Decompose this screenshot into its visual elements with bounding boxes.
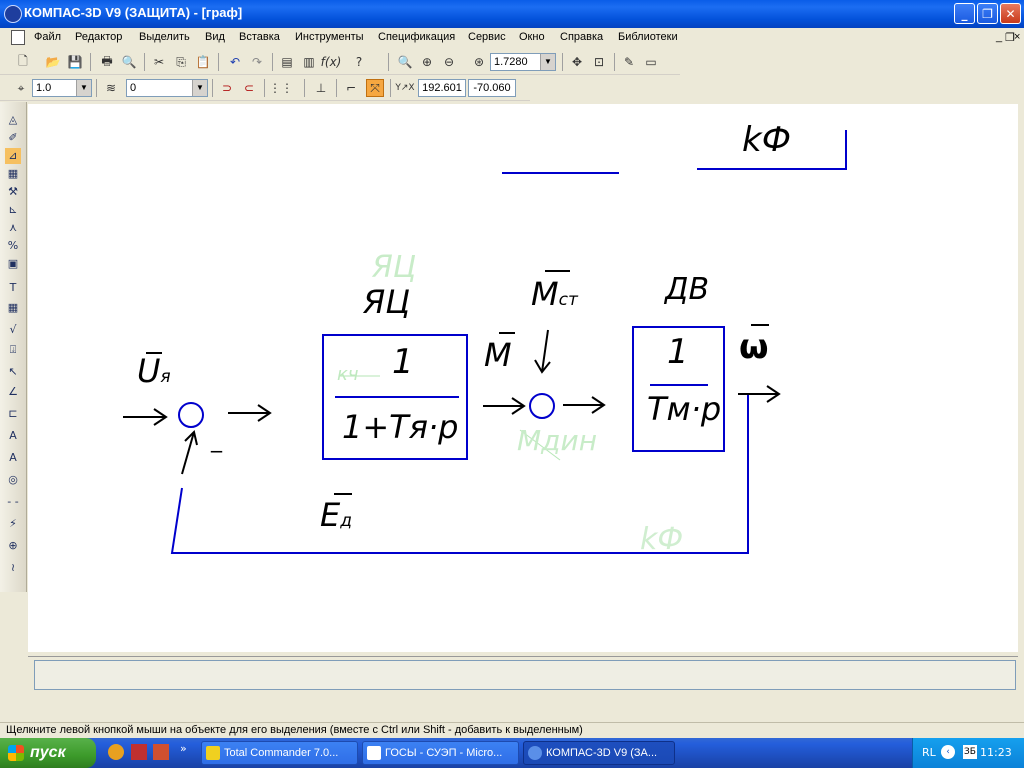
ghost-kf: kФ xyxy=(640,522,684,557)
label-u: Uя xyxy=(137,352,171,390)
top-label-kf: kФ xyxy=(742,120,791,160)
quicklaunch-app3-icon[interactable] xyxy=(153,744,169,760)
block-yac-denominator: 1+Тя·р xyxy=(342,408,459,446)
block-dv-numerator: 1 xyxy=(667,332,689,372)
windows-logo-icon xyxy=(8,745,24,761)
label-omega: ω xyxy=(739,327,769,367)
block-diagram xyxy=(123,130,847,554)
quicklaunch-app2-icon[interactable] xyxy=(131,744,147,760)
sum-junction-2 xyxy=(529,393,555,419)
tray-back-icon[interactable]: ‹ xyxy=(941,745,955,759)
ghost-label-yac: ЯЦ xyxy=(372,250,417,285)
label-m: M xyxy=(484,336,512,374)
quicklaunch-app-icon[interactable] xyxy=(108,744,124,760)
block-yac-numerator: 1 xyxy=(392,342,414,382)
start-label: пуск xyxy=(30,744,66,761)
language-indicator[interactable]: ЗБ xyxy=(963,745,977,759)
tray-language[interactable]: RL xyxy=(922,746,936,759)
task-word[interactable]: ГОСЫ - СУЭП - Micro... xyxy=(362,741,519,765)
kompas-icon xyxy=(528,746,542,760)
total-commander-icon xyxy=(206,746,220,760)
clock: 11:23 xyxy=(980,746,1012,759)
label-yac: ЯЦ xyxy=(363,283,411,321)
label-minus: _ xyxy=(211,428,222,453)
label-mst: Mст xyxy=(531,275,578,313)
task-label: ГОСЫ - СУЭП - Micro... xyxy=(385,747,503,759)
word-icon xyxy=(367,746,381,760)
task-label: КОМПАС-3D V9 (ЗА... xyxy=(546,747,658,759)
ghost-block-num: кч xyxy=(337,364,359,385)
task-label: Total Commander 7.0... xyxy=(224,747,339,759)
sum-junction-1 xyxy=(178,402,204,428)
properties-field[interactable] xyxy=(34,660,1016,690)
task-kompas[interactable]: КОМПАС-3D V9 (ЗА... xyxy=(523,741,675,765)
quicklaunch-more-icon[interactable]: » xyxy=(180,742,187,755)
block-dv-denominator: Тм·р xyxy=(647,390,722,428)
start-button[interactable]: пуск xyxy=(0,738,96,768)
ghost-mdin: Mдин xyxy=(517,424,598,457)
label-dv: ДВ xyxy=(665,272,710,307)
status-hint: Щелкните левой кнопкой мыши на объекте д… xyxy=(6,724,583,736)
label-ed: Eд xyxy=(320,496,352,534)
task-total-commander[interactable]: Total Commander 7.0... xyxy=(201,741,358,765)
